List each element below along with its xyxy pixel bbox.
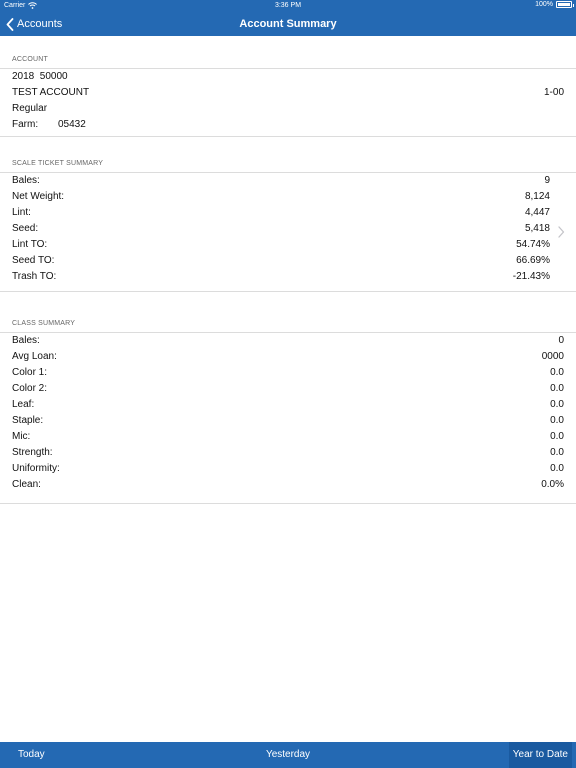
scale-ticket-row: Lint TO: 54.74% <box>0 237 576 253</box>
divider <box>0 503 576 504</box>
scale-ticket-section[interactable]: SCALE TICKET SUMMARY Bales: 9 Net Weight… <box>0 156 576 292</box>
class-summary-row: Color 1: 0.0 <box>0 365 576 381</box>
row-label: Trash TO: <box>12 271 57 282</box>
row-label: Staple: <box>12 415 44 426</box>
scale-ticket-section-header: SCALE TICKET SUMMARY <box>12 160 104 167</box>
divider <box>0 136 576 137</box>
row-label: Seed: <box>12 223 39 234</box>
status-time: 3:36 PM <box>274 2 302 9</box>
row-label: Strength: <box>12 447 53 458</box>
class-summary-row: Clean: 0.0% <box>0 477 576 493</box>
row-value: 0.0 <box>550 415 564 426</box>
class-summary-section-header: CLASS SUMMARY <box>12 320 76 327</box>
class-summary-row: Leaf: 0.0 <box>0 397 576 413</box>
farm-value: 05432 <box>58 119 86 130</box>
row-value: 66.69% <box>516 255 550 266</box>
account-section-header: ACCOUNT <box>12 56 49 63</box>
row-label: Lint: <box>12 207 31 218</box>
chevron-left-icon <box>6 17 14 31</box>
account-year-number: 2018 50000 <box>12 71 68 82</box>
row-label: Clean: <box>12 479 41 490</box>
battery-status: 100% <box>535 1 574 8</box>
row-value: 0.0 <box>550 447 564 458</box>
row-label: Seed TO: <box>12 255 55 266</box>
row-label: Color 2: <box>12 383 48 394</box>
class-summary-row: Staple: 0.0 <box>0 413 576 429</box>
tab-year-to-date[interactable]: Year to Date <box>508 742 572 768</box>
row-value: 0.0 <box>550 399 564 410</box>
row-value: 0.0% <box>541 479 564 490</box>
account-name-row: TEST ACCOUNT 1-00 <box>0 85 576 101</box>
tab-today[interactable]: Today <box>18 742 45 768</box>
row-label: Avg Loan: <box>12 351 57 362</box>
row-value: 0.0 <box>550 367 564 378</box>
battery-icon <box>556 1 574 8</box>
row-label: Leaf: <box>12 399 35 410</box>
account-farm-row: Farm: 05432 <box>0 117 576 133</box>
tab-yesterday[interactable]: Yesterday <box>0 742 576 768</box>
class-summary-row: Bales: 0 <box>0 333 576 349</box>
scale-ticket-row: Net Weight: 8,124 <box>0 189 576 205</box>
row-value: 5,418 <box>524 223 550 234</box>
account-code: 1-00 <box>543 87 564 98</box>
class-summary-row: Mic: 0.0 <box>0 429 576 445</box>
scale-ticket-row: Trash TO: -21.43% <box>0 269 576 285</box>
row-label: Mic: <box>12 431 31 442</box>
row-value: 4,447 <box>524 207 550 218</box>
row-value: 0 <box>558 335 564 346</box>
page-title: Account Summary <box>239 18 337 30</box>
account-type: Regular <box>12 103 48 114</box>
scale-ticket-row: Bales: 9 <box>0 173 576 189</box>
divider <box>0 291 576 292</box>
row-label: Bales: <box>12 175 40 186</box>
account-section: ACCOUNT 2018 50000 TEST ACCOUNT 1-00 Reg… <box>0 52 576 137</box>
row-label: Color 1: <box>12 367 48 378</box>
account-name: TEST ACCOUNT <box>12 87 90 98</box>
battery-percent: 100% <box>535 1 553 8</box>
scale-ticket-row: Seed: 5,418 <box>0 221 576 237</box>
chevron-right-icon[interactable] <box>556 225 566 239</box>
status-bar: Carrier 3:36 PM 100% <box>0 0 576 12</box>
row-label: Lint TO: <box>12 239 48 250</box>
row-value: 9 <box>544 175 550 186</box>
class-summary-row: Uniformity: 0.0 <box>0 461 576 477</box>
row-label: Uniformity: <box>12 463 60 474</box>
class-summary-section: CLASS SUMMARY Bales: 0 Avg Loan: 0000 Co… <box>0 316 576 504</box>
class-summary-row: Avg Loan: 0000 <box>0 349 576 365</box>
row-value: 0.0 <box>550 383 564 394</box>
row-value: -21.43% <box>512 271 550 282</box>
row-value: 8,124 <box>524 191 550 202</box>
class-summary-row: Strength: 0.0 <box>0 445 576 461</box>
row-value: 0000 <box>541 351 564 362</box>
account-type-row: Regular <box>0 101 576 117</box>
account-year-number-row: 2018 50000 <box>0 69 576 85</box>
row-label: Net Weight: <box>12 191 65 202</box>
row-value: 54.74% <box>516 239 550 250</box>
scale-ticket-row: Seed TO: 66.69% <box>0 253 576 269</box>
farm-label: Farm: <box>12 119 39 130</box>
row-value: 0.0 <box>550 431 564 442</box>
back-button-label: Accounts <box>17 18 63 30</box>
back-button[interactable]: Accounts <box>6 12 62 36</box>
navigation-bar: Accounts Account Summary <box>0 12 576 36</box>
bottom-tab-bar: Yesterday Today Year to Date <box>0 742 576 768</box>
class-summary-row: Color 2: 0.0 <box>0 381 576 397</box>
row-label: Bales: <box>12 335 40 346</box>
scale-ticket-row: Lint: 4,447 <box>0 205 576 221</box>
row-value: 0.0 <box>550 463 564 474</box>
